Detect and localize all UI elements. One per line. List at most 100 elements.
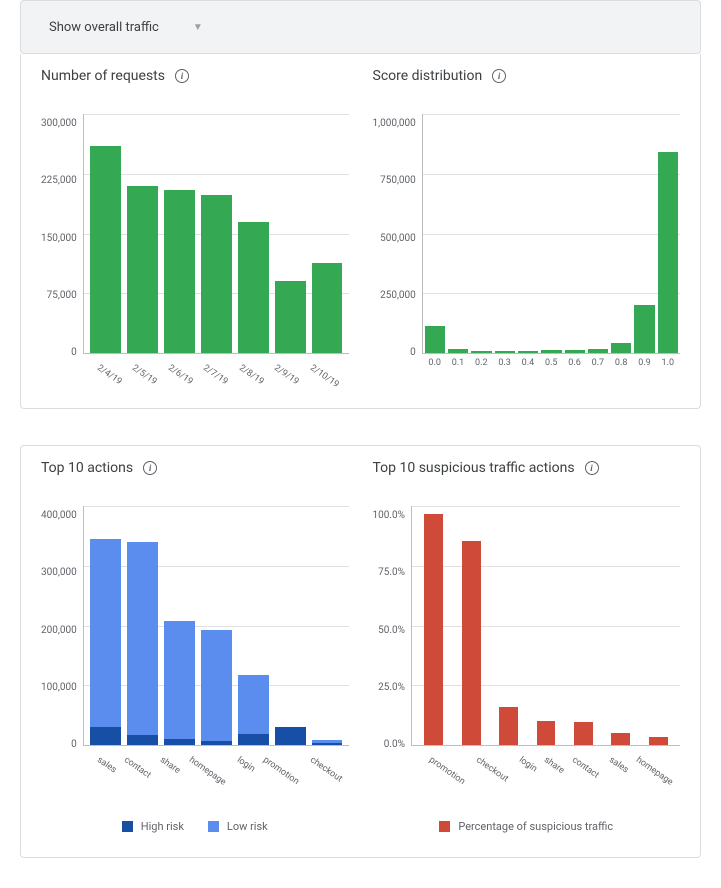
x-axis: salescontactsharehomepageloginpromotionc… xyxy=(91,750,353,776)
bars xyxy=(412,506,680,745)
bar xyxy=(275,506,306,745)
x-tick-label: 1.0 xyxy=(658,358,678,368)
x-axis: 2/4/192/5/192/6/192/7/192/8/192/9/192/10… xyxy=(91,358,349,384)
chart-title: Top 10 suspicious traffic actions xyxy=(373,460,575,476)
y-axis: 1,000,000750,000500,000250,0000 xyxy=(373,114,422,354)
bars xyxy=(84,506,349,745)
x-tick-label: 0.7 xyxy=(588,358,608,368)
bar xyxy=(541,114,561,353)
x-tick-label: checkout xyxy=(299,755,344,797)
chart-title: Score distribution xyxy=(373,68,483,84)
x-tick-label: login xyxy=(508,755,539,788)
x-tick-label: share xyxy=(533,755,566,789)
chart-suspicious-actions: Top 10 suspicious traffic actions i 100.… xyxy=(373,460,681,833)
x-axis: promotioncheckoutloginsharecontactsalesh… xyxy=(423,750,685,776)
info-icon[interactable]: i xyxy=(585,461,599,475)
legend: High risk Low risk xyxy=(41,820,349,833)
bar xyxy=(418,506,449,745)
x-tick-label: 0.8 xyxy=(611,358,631,368)
x-tick-label: promotion xyxy=(252,755,301,800)
y-tick-label: 0 xyxy=(410,347,416,358)
y-tick-label: 75.0% xyxy=(378,567,405,578)
legend-high-risk: High risk xyxy=(122,820,184,833)
swatch-icon xyxy=(439,821,450,832)
info-icon[interactable]: i xyxy=(143,461,157,475)
legend-suspicious-pct: Percentage of suspicious traffic xyxy=(439,820,613,833)
y-tick-label: 0 xyxy=(71,347,77,358)
x-tick-label: 0.9 xyxy=(634,358,654,368)
x-tick-label: share xyxy=(149,755,182,789)
bar xyxy=(127,114,158,353)
x-tick-label: homepage xyxy=(625,755,675,801)
x-tick-label: 0.6 xyxy=(564,358,584,368)
y-tick-label: 1,000,000 xyxy=(373,118,416,129)
chart-title: Top 10 actions xyxy=(41,460,133,476)
y-tick-label: 225,000 xyxy=(41,175,77,186)
y-tick-label: 150,000 xyxy=(41,233,77,244)
bar xyxy=(493,506,524,745)
y-axis: 100.0%75.0%50.0%25.0%0.0% xyxy=(373,506,411,746)
info-icon[interactable]: i xyxy=(175,69,189,83)
bar xyxy=(164,114,195,353)
bar xyxy=(643,506,674,745)
x-tick-label: contact xyxy=(561,755,601,794)
plot-area xyxy=(83,114,349,354)
bar xyxy=(605,506,636,745)
y-tick-label: 750,000 xyxy=(380,175,416,186)
plot-area xyxy=(411,506,680,746)
bar xyxy=(425,114,445,353)
y-tick-label: 75,000 xyxy=(47,290,77,301)
swatch-icon xyxy=(208,821,219,832)
y-tick-label: 500,000 xyxy=(380,233,416,244)
chart-number-of-requests: Number of requests i 300,000225,000150,0… xyxy=(41,68,349,384)
x-tick-label: promotion xyxy=(417,755,466,800)
bar xyxy=(127,506,158,745)
bar xyxy=(588,114,608,353)
x-tick-label: sales xyxy=(598,755,630,788)
x-tick-label: 2/10/19 xyxy=(299,363,341,403)
bar xyxy=(495,114,515,353)
bar xyxy=(634,114,654,353)
bars xyxy=(423,114,680,353)
bar xyxy=(238,114,269,353)
bar xyxy=(448,114,468,353)
bar xyxy=(658,114,678,353)
y-tick-label: 300,000 xyxy=(41,118,77,129)
x-tick-label: 2/4/19 xyxy=(86,363,125,401)
y-tick-label: 100,000 xyxy=(41,682,77,693)
y-tick-label: 0.0% xyxy=(384,739,405,750)
x-axis: 0.00.10.20.30.40.50.60.70.80.91.0 xyxy=(423,358,681,368)
y-axis: 400,000300,000200,000100,0000 xyxy=(41,506,83,746)
bar xyxy=(90,114,121,353)
x-tick-label: 2/5/19 xyxy=(121,363,160,401)
bar xyxy=(238,506,269,745)
traffic-panel: Number of requests i 300,000225,000150,0… xyxy=(20,54,701,409)
x-tick-label: 0.0 xyxy=(425,358,445,368)
x-tick-label: homepage xyxy=(178,755,228,801)
traffic-filter-dropdown[interactable]: Show overall traffic ▼ xyxy=(49,20,203,35)
plot-area xyxy=(83,506,349,746)
bar xyxy=(312,114,343,353)
bar xyxy=(530,506,561,745)
x-tick-label: 2/9/19 xyxy=(263,363,302,401)
y-tick-label: 300,000 xyxy=(41,567,77,578)
x-tick-label: 0.1 xyxy=(448,358,468,368)
x-tick-label: 0.2 xyxy=(471,358,491,368)
x-tick-label: 2/8/19 xyxy=(228,363,267,401)
info-icon[interactable]: i xyxy=(492,69,506,83)
x-tick-label: 2/6/19 xyxy=(157,363,196,401)
y-tick-label: 50.0% xyxy=(378,625,405,636)
x-tick-label: checkout xyxy=(465,755,510,797)
bar xyxy=(275,114,306,353)
bar xyxy=(565,114,585,353)
bar xyxy=(568,506,599,745)
y-tick-label: 100.0% xyxy=(373,510,405,521)
bar xyxy=(201,506,232,745)
traffic-filter-bar: Show overall traffic ▼ xyxy=(20,0,701,54)
bar xyxy=(201,114,232,353)
x-tick-label: sales xyxy=(86,755,118,788)
bar xyxy=(518,114,538,353)
y-tick-label: 25.0% xyxy=(378,682,405,693)
y-tick-label: 250,000 xyxy=(380,290,416,301)
legend: Percentage of suspicious traffic xyxy=(373,820,681,833)
